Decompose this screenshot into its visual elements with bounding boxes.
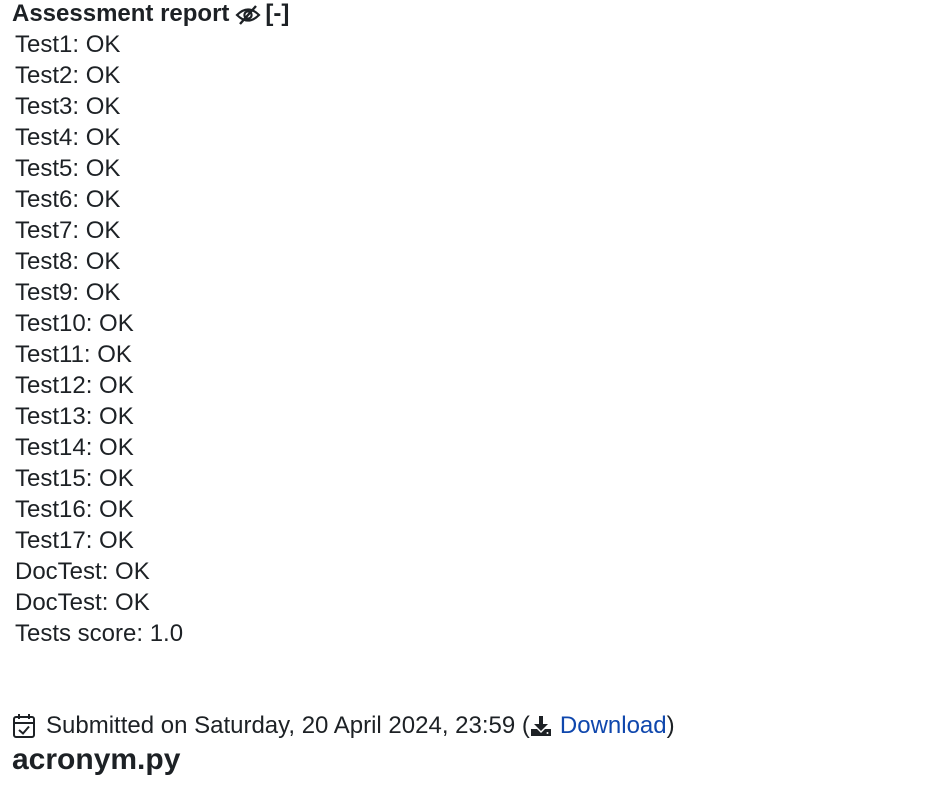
submission-info: Submitted on Saturday, 20 April 2024, 23…: [12, 711, 675, 741]
test-result-item: Test2: OK: [15, 62, 121, 89]
open-paren: (: [515, 712, 530, 739]
submission-date-text: Submitted on Saturday, 20 April 2024, 23…: [46, 712, 516, 739]
test-result-item: Test4: OK: [15, 124, 121, 151]
report-header: Assessment report [-]: [12, 0, 289, 28]
test-result-item: Test1: OK: [15, 31, 121, 58]
download-icon: [530, 715, 552, 737]
test-result-item: Tests score: 1.0: [15, 620, 184, 647]
close-paren: ): [666, 712, 675, 739]
test-result-item: DocTest: OK: [15, 558, 150, 585]
download-label[interactable]: Download: [560, 711, 667, 741]
collapse-toggle[interactable]: [-]: [265, 0, 289, 28]
submitted-filename: acronym.py: [12, 743, 181, 776]
test-result-item: DocTest: OK: [15, 589, 150, 616]
test-result-item: Test5: OK: [15, 155, 121, 182]
eye-slash-icon: [235, 4, 261, 25]
test-result-item: Test16: OK: [15, 496, 134, 523]
test-result-item: Test13: OK: [15, 403, 134, 430]
test-result-item: Test10: OK: [15, 310, 134, 337]
assessment-report: Assessment report [-]: [12, 0, 289, 28]
test-result-item: Test12: OK: [15, 372, 134, 399]
test-result-item: Test15: OK: [15, 465, 134, 492]
report-title: Assessment report: [12, 0, 230, 27]
test-result-item: Test9: OK: [15, 279, 121, 306]
test-result-item: Test8: OK: [15, 248, 121, 275]
test-result-item: Test7: OK: [15, 217, 121, 244]
test-result-item: Test11: OK: [15, 341, 132, 368]
test-results-list: Test1: OK Test2: OK Test3: OK Test4: OK Test…: [15, 29, 183, 649]
calendar-check-icon: [12, 713, 36, 739]
test-result-item: Test17: OK: [15, 527, 134, 554]
download-link[interactable]: Download: [530, 711, 667, 741]
test-result-item: Test14: OK: [15, 434, 134, 461]
test-result-item: Test6: OK: [15, 186, 121, 213]
test-result-item: Test3: OK: [15, 93, 121, 120]
